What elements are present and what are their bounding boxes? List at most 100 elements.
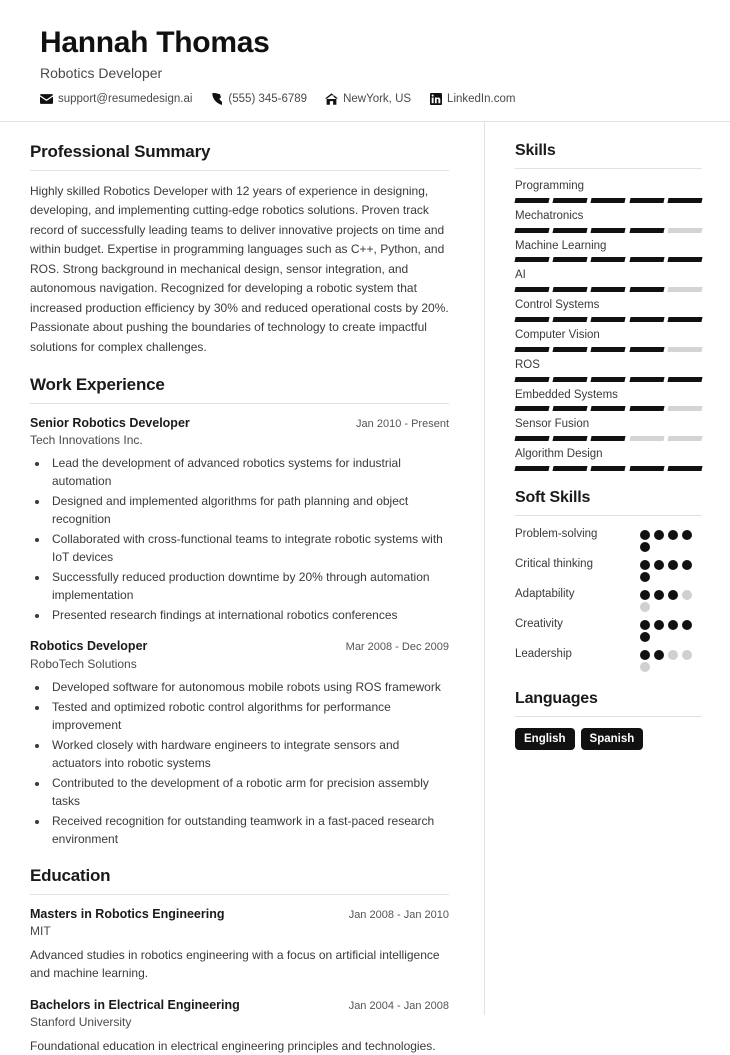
soft-skill-row: Creativity — [515, 617, 702, 642]
contact-row: support@resumedesign.ai (555) 345-6789 New… — [40, 93, 690, 105]
skill-bar-segment — [667, 227, 703, 233]
contact-item-linkedin[interactable]: LinkedIn.com — [429, 93, 515, 105]
rating-dot — [682, 589, 692, 600]
skill-row: AI — [514, 269, 703, 293]
skill-level-bar — [514, 406, 703, 412]
skill-level-bar — [514, 257, 703, 263]
skill-level-bar — [514, 376, 703, 382]
skill-bar-segment — [629, 197, 665, 203]
responsibility-item: Designed and implemented algorithms for … — [49, 492, 449, 528]
section-education: Education Masters in Robotics Engineerin… — [30, 866, 449, 1055]
skill-row: ROS — [514, 358, 703, 382]
rating-dot — [640, 529, 650, 540]
skill-bar-segment — [590, 257, 627, 263]
main-column: Professional Summary Highly skilled Robo… — [0, 122, 485, 1053]
responsibility-item: Presented research findings at internati… — [49, 606, 449, 624]
skill-row: Control Systems — [514, 299, 703, 322]
skills-list: Programming Mechatronics Machine Learning A… — [514, 180, 703, 471]
skill-bar-segment — [629, 436, 665, 442]
skill-name: AI — [515, 269, 526, 282]
skill-bar-segment — [514, 227, 550, 233]
responsibility-list: Lead the development of advanced robotic… — [30, 454, 449, 624]
rating-dot — [654, 619, 664, 630]
soft-skill-row: Critical thinking — [515, 557, 702, 582]
education-description: Foundational education in electrical eng… — [30, 1039, 436, 1054]
soft-skill-name: Adaptability — [515, 587, 575, 600]
responsibility-item: Lead the development of advanced robotic… — [49, 454, 449, 490]
skill-bar-segment — [514, 197, 550, 203]
degree-date-range: Jan 2004 - Jan 2008 — [348, 999, 449, 1012]
soft-skill-dots — [640, 529, 702, 552]
contact-item-envelope[interactable]: support@resumedesign.ai — [40, 93, 192, 105]
responsibility-item: Developed software for autonomous mobile… — [49, 678, 449, 696]
rating-dot — [654, 589, 664, 600]
skill-bar-segment — [667, 376, 703, 382]
skill-name: Mechatronics — [515, 209, 584, 222]
contact-item-home[interactable]: NewYork, US — [325, 93, 411, 105]
contact-text: support@resumedesign.ai — [58, 93, 193, 105]
skill-bar-segment — [552, 465, 588, 471]
experience-entry: Senior Robotics Developer Jan 2010 - Pres… — [30, 415, 449, 624]
languages-list: English Spanish — [515, 727, 702, 751]
resume-header: Hannah Thomas Robotics Developer support… — [0, 0, 730, 122]
summary-text: Highly skilled Robotics Developer with 1… — [30, 184, 449, 354]
home-icon — [325, 93, 339, 105]
section-work-experience: Work Experience Senior Robotics Develope… — [30, 375, 449, 848]
entry-header: Masters in Robotics Engineering Jan 2008 … — [30, 906, 449, 922]
skill-bar-segment — [629, 287, 665, 293]
section-professional-summary: Professional Summary Highly skilled Robo… — [30, 142, 449, 357]
section-title-experience: Work Experience — [30, 374, 165, 394]
company-name: Tech Innovations Inc. — [30, 433, 143, 448]
institution-name: Stanford University — [30, 1014, 132, 1029]
soft-skills-list: Problem-solving Critical thinking Adaptabi… — [515, 527, 702, 672]
skill-bar-segment — [629, 376, 665, 382]
skill-level-bar — [514, 287, 703, 293]
rating-dot — [668, 619, 678, 630]
rating-dot — [640, 619, 650, 630]
skill-bar-segment — [590, 465, 627, 471]
soft-skill-dots — [640, 589, 702, 612]
skill-row: Machine Learning — [514, 240, 703, 263]
skill-bar-segment — [552, 287, 588, 293]
skill-bar-segment — [514, 465, 550, 471]
responsibility-item: Received recognition for outstanding tea… — [49, 812, 449, 848]
rating-dot — [682, 559, 692, 570]
section-title-summary: Professional Summary — [30, 142, 211, 161]
skill-bar-segment — [629, 227, 665, 233]
skill-level-bar — [514, 436, 703, 442]
skill-bar-segment — [667, 436, 703, 442]
skill-bar-segment — [514, 406, 550, 412]
skill-bar-segment — [552, 406, 588, 412]
rating-dot — [668, 589, 678, 600]
soft-skill-name: Problem-solving — [515, 527, 598, 540]
skill-bar-segment — [590, 316, 627, 322]
skill-name: Computer Vision — [515, 328, 600, 341]
language-chip: English — [515, 727, 575, 751]
section-divider — [30, 402, 449, 404]
rating-dot — [640, 589, 650, 600]
skill-bar-segment — [514, 287, 550, 293]
contact-item-phone[interactable]: (555) 345-6789 — [210, 93, 307, 105]
experience-entry: Robotics Developer Mar 2008 - Dec 2009 Rob… — [30, 638, 449, 847]
skill-bar-segment — [590, 197, 627, 203]
rating-dot — [640, 541, 650, 552]
rating-dot — [682, 529, 692, 540]
skill-row: Mechatronics — [514, 209, 703, 233]
rating-dot — [640, 559, 650, 570]
skill-bar-segment — [514, 436, 550, 442]
rating-dot — [682, 649, 692, 660]
skill-bar-segment — [629, 316, 665, 322]
skill-bar-segment — [552, 197, 588, 203]
degree-date-range: Jan 2008 - Jan 2010 — [348, 908, 449, 921]
degree-title: Bachelors in Electrical Engineering — [30, 997, 240, 1012]
sidebar-column: Skills Programming Mechatronics Machine Le… — [485, 122, 730, 1015]
skill-name: Programming — [515, 180, 585, 192]
experience-list: Senior Robotics Developer Jan 2010 - Pres… — [30, 415, 449, 848]
skill-name: ROS — [515, 358, 540, 371]
rating-dot — [640, 661, 650, 672]
section-languages: Languages English Spanish — [515, 690, 702, 751]
soft-skill-row: Leadership — [515, 647, 702, 672]
skill-bar-segment — [590, 287, 627, 293]
education-entry: Bachelors in Electrical Engineering Jan 2… — [30, 997, 449, 1055]
skill-bar-segment — [552, 227, 588, 233]
